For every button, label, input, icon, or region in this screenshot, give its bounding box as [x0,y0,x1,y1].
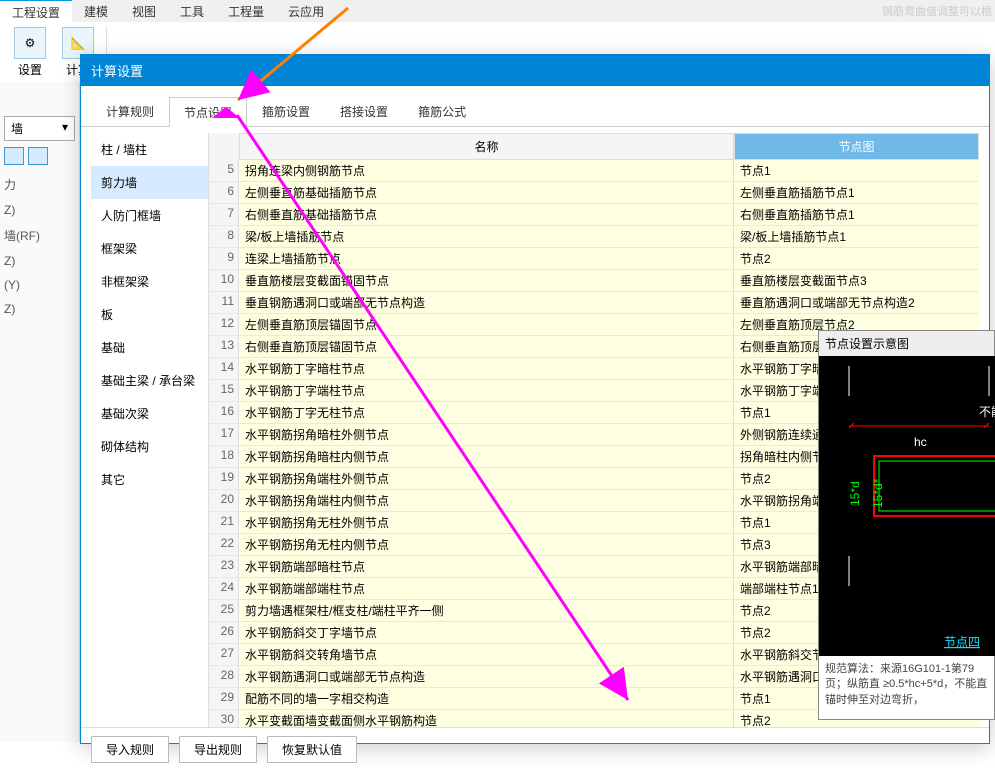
preview-title: 节点设置示意图 [819,331,994,356]
tree: 力Z)墙(RF)Z)(Y)Z) [0,171,79,321]
cat-10[interactable]: 其它 [91,463,208,496]
preview-panel: 节点设置示意图 hc 15*d 15*d* 不能至 节点四 规范算法：来源16G… [818,330,995,720]
dialog-footer: 导入规则导出规则恢复默认值 [81,727,989,771]
ribbon-settings[interactable]: ⚙设置 [14,27,46,78]
tree-item[interactable]: (Y) [0,273,79,297]
tree-item[interactable]: Z) [0,297,79,321]
menu-1[interactable]: 建模 [72,0,120,23]
tab-1[interactable]: 节点设置 [169,97,247,127]
table-row[interactable]: 5拐角连梁内侧钢筋节点节点1 [209,160,979,182]
table-row[interactable]: 11垂直钢筋遇洞口或端部无节点构造垂直筋遇洞口或端部无节点构造2 [209,292,979,314]
watermark: 钢筋弯曲值调整可以根 [882,3,992,19]
view-list-icon[interactable] [4,147,24,165]
tab-4[interactable]: 箍筋公式 [403,96,481,126]
label-fu: 不能至 [979,405,995,419]
preview-note: 规范算法：来源16G101-1第79页；纵筋直 ≥0.5*hc+5*d，不能直锚… [819,656,994,714]
category-list: 柱 / 墙柱剪力墙人防门框墙框架梁非框架梁板基础基础主梁 / 承台梁基础次梁砌体… [91,133,209,727]
menu-5[interactable]: 云应用 [276,0,336,23]
col-node[interactable]: 节点图 [734,133,979,160]
label-hc: hc [914,435,927,449]
cat-2[interactable]: 人防门框墙 [91,199,208,232]
tab-2[interactable]: 箍筋设置 [247,96,325,126]
dialog-title: 计算设置 [81,55,989,86]
menu-2[interactable]: 视图 [120,0,168,23]
gear-icon: ⚙ [14,27,46,59]
left-panel: 墙▾ 力Z)墙(RF)Z)(Y)Z) [0,82,80,742]
cat-6[interactable]: 基础 [91,331,208,364]
cat-7[interactable]: 基础主梁 / 承台梁 [91,364,208,397]
label-15d2: 15*d* [871,478,885,508]
cat-4[interactable]: 非框架梁 [91,265,208,298]
cat-1[interactable]: 剪力墙 [91,166,208,199]
table-row[interactable]: 7右侧垂直筋基础插筋节点右侧垂直筋插筋节点1 [209,204,979,226]
label-15d: 15*d [848,481,862,506]
tree-item[interactable]: 力 [0,171,79,198]
tab-3[interactable]: 搭接设置 [325,96,403,126]
menu-3[interactable]: 工具 [168,0,216,23]
main-menu: 工程设置建模视图工具工程量云应用 [0,0,995,22]
cat-0[interactable]: 柱 / 墙柱 [91,133,208,166]
preview-diagram: hc 15*d 15*d* 不能至 节点四 [819,356,994,656]
table-row[interactable]: 9连梁上墙插筋节点节点2 [209,248,979,270]
col-name: 名称 [239,133,734,160]
table-row[interactable]: 8梁/板上墙插筋节点梁/板上墙插筋节点1 [209,226,979,248]
tree-item[interactable]: 墙(RF) [0,222,79,249]
combo-wall[interactable]: 墙▾ [4,116,75,141]
dialog-tabs: 计算规则节点设置箍筋设置搭接设置箍筋公式 [81,86,989,127]
cat-5[interactable]: 板 [91,298,208,331]
chevron-down-icon: ▾ [62,120,68,137]
label-node: 节点四 [944,635,980,649]
tree-item[interactable]: Z) [0,198,79,222]
tree-item[interactable]: Z) [0,249,79,273]
table-row[interactable]: 6左侧垂直筋基础插筋节点左侧垂直筋插筋节点1 [209,182,979,204]
tab-0[interactable]: 计算规则 [91,96,169,126]
cat-3[interactable]: 框架梁 [91,232,208,265]
table-row[interactable]: 10垂直筋楼层变截面锚固节点垂直筋楼层变截面节点3 [209,270,979,292]
cat-8[interactable]: 基础次梁 [91,397,208,430]
cat-9[interactable]: 砌体结构 [91,430,208,463]
view-grid-icon[interactable] [28,147,48,165]
menu-0[interactable]: 工程设置 [0,0,72,24]
menu-4[interactable]: 工程量 [216,0,276,23]
